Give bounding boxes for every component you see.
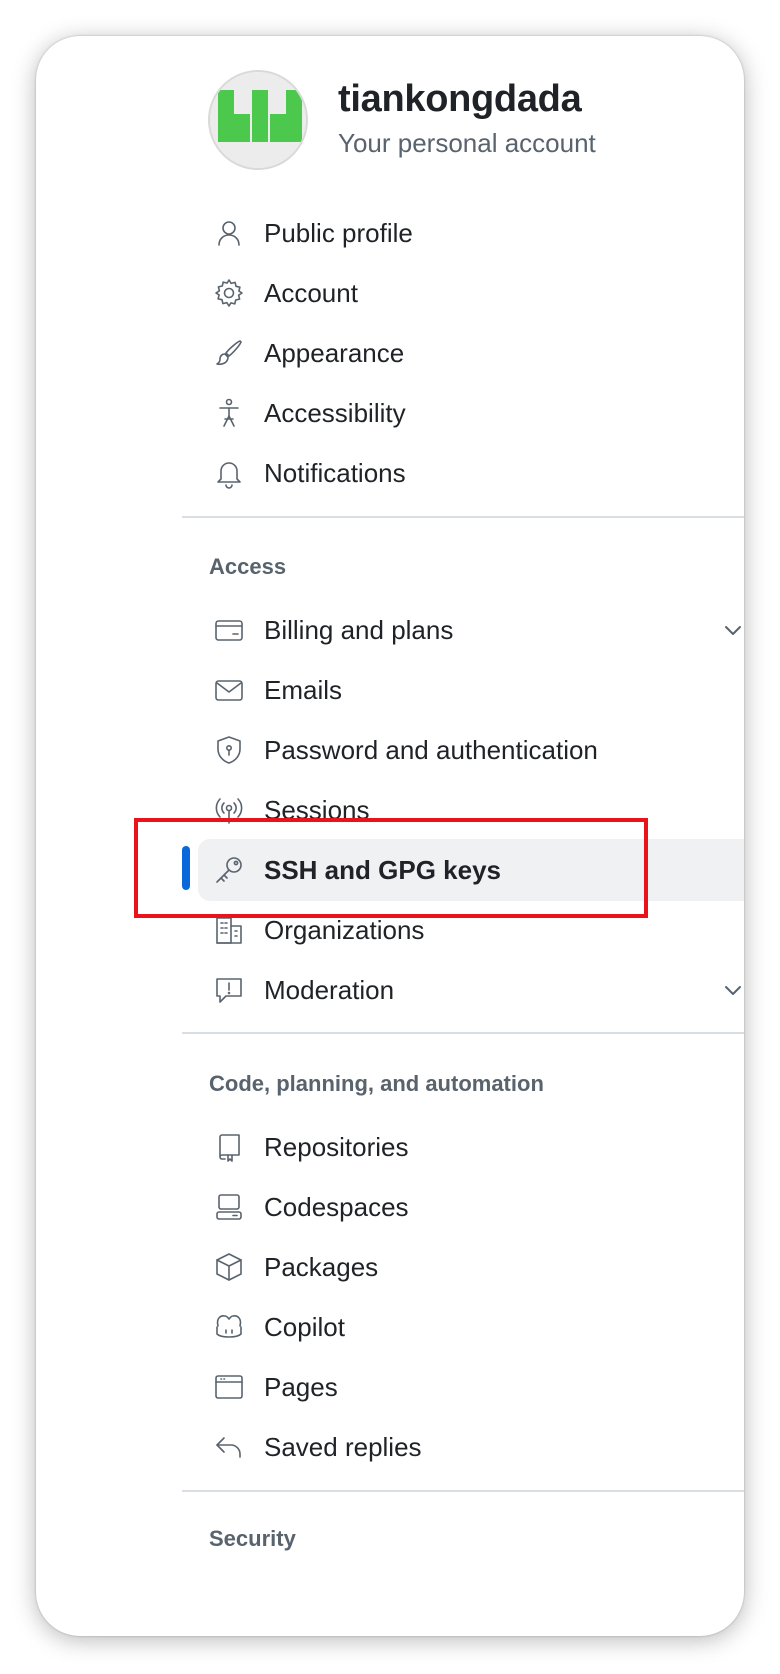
sidebar-item-label: Password and authentication <box>264 734 598 765</box>
codespaces-icon <box>212 1190 246 1224</box>
sidebar-item-password-auth[interactable]: Password and authentication <box>198 719 744 781</box>
sidebar-item-label: Appearance <box>264 337 405 368</box>
organization-icon <box>212 913 246 947</box>
gear-icon <box>212 276 246 310</box>
sidebar-item-saved-replies[interactable]: Saved replies <box>198 1416 744 1478</box>
section-title-access: Access <box>209 554 287 579</box>
chevron-down-icon[interactable] <box>720 617 744 643</box>
highlight-annotation-box <box>134 818 648 918</box>
sidebar-item-appearance[interactable]: Appearance <box>198 322 744 384</box>
report-icon <box>212 973 246 1007</box>
sidebar-item-label: Packages <box>264 1251 379 1282</box>
sidebar-item-accessibility[interactable]: Accessibility <box>198 382 744 444</box>
sidebar-item-copilot[interactable]: Copilot <box>198 1296 744 1358</box>
sidebar-item-emails[interactable]: Emails <box>198 659 744 721</box>
sidebar-item-label: Pages <box>264 1371 338 1402</box>
sidebar-item-account[interactable]: Account <box>198 262 744 324</box>
sidebar-item-label: Saved replies <box>264 1431 422 1462</box>
sidebar-item-label: Copilot <box>264 1311 345 1342</box>
sidebar-item-label: Codespaces <box>264 1191 409 1222</box>
divider <box>182 516 744 518</box>
accessibility-icon <box>212 396 246 430</box>
section-title-code: Code, planning, and automation <box>209 1071 544 1096</box>
paintbrush-icon <box>212 336 246 370</box>
shield-lock-icon <box>212 733 246 767</box>
sidebar-item-label: Organizations <box>264 914 425 945</box>
sidebar-item-notifications[interactable]: Notifications <box>198 442 744 504</box>
sidebar-item-label: Account <box>264 277 358 308</box>
credit-card-icon <box>212 613 246 647</box>
sidebar-item-public-profile[interactable]: Public profile <box>198 202 744 264</box>
sidebar-item-codespaces[interactable]: Codespaces <box>198 1176 744 1238</box>
identicon-icon <box>210 72 306 168</box>
browser-icon <box>212 1370 246 1404</box>
sidebar-item-label: Moderation <box>264 974 395 1005</box>
package-icon <box>212 1250 246 1284</box>
chevron-down-icon[interactable] <box>720 977 744 1003</box>
account-subtitle: Your personal account <box>338 128 596 158</box>
person-icon <box>212 216 246 250</box>
repo-icon <box>212 1130 246 1164</box>
divider <box>182 1032 744 1034</box>
account-username: tiankongdada <box>338 78 582 120</box>
sidebar-item-repositories[interactable]: Repositories <box>198 1116 744 1178</box>
sidebar-item-pages[interactable]: Pages <box>198 1356 744 1418</box>
divider <box>182 1490 744 1492</box>
sidebar-item-label: Notifications <box>264 457 406 488</box>
sidebar-item-label: Accessibility <box>264 397 406 428</box>
bell-icon <box>212 456 246 490</box>
sidebar-item-label: Emails <box>264 674 343 705</box>
sidebar-item-label: Billing and plans <box>264 614 454 645</box>
sidebar-item-packages[interactable]: Packages <box>198 1236 744 1298</box>
sidebar-item-label: Public profile <box>264 217 413 248</box>
reply-icon <box>212 1430 246 1464</box>
section-title-security: Security <box>209 1526 296 1551</box>
sidebar-item-moderation[interactable]: Moderation <box>198 959 744 1021</box>
mail-icon <box>212 673 246 707</box>
avatar[interactable] <box>208 70 308 170</box>
copilot-icon <box>212 1310 246 1344</box>
sidebar-item-billing[interactable]: Billing and plans <box>198 599 744 661</box>
sidebar-item-label: Repositories <box>264 1131 409 1162</box>
